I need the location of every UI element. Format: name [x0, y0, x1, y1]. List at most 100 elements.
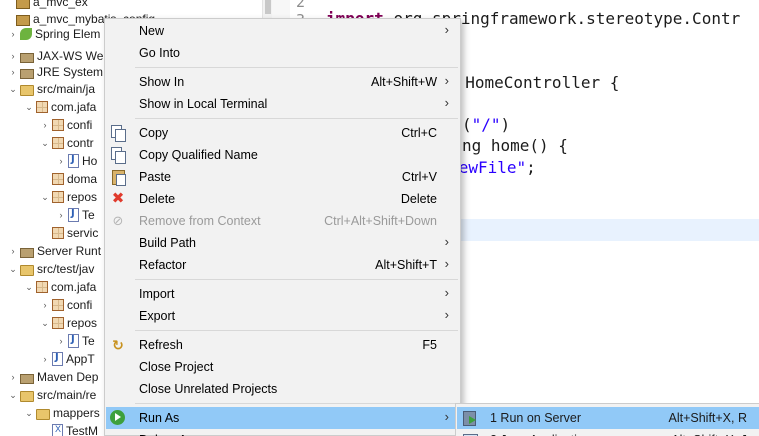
package-icon	[36, 101, 48, 113]
menu-item-close-unrelated-projects[interactable]: Close Unrelated Projects	[106, 378, 459, 400]
string-token: "/"	[471, 115, 501, 134]
run-as-submenu: 1 Run on Server Alt+Shift+X, R 2 Java Appl…	[455, 403, 759, 436]
tree-item-label: com.jafa	[51, 280, 97, 294]
remove-context-icon: ⊘	[112, 213, 124, 228]
package-icon	[52, 173, 64, 185]
code-token: ;	[526, 158, 536, 177]
submenu-arrow-icon: ›	[445, 431, 449, 436]
tree-item-label: Ho	[82, 154, 98, 168]
menu-item-label: New	[139, 24, 165, 38]
package-icon	[52, 191, 64, 203]
collapsed-chevron-icon[interactable]: ›	[56, 336, 66, 346]
expanded-chevron-icon[interactable]: ⌄	[24, 102, 34, 113]
menu-item-label: Close Project	[139, 360, 214, 374]
collapsed-chevron-icon[interactable]: ›	[40, 300, 50, 310]
tree-item[interactable]: › Spring Elem	[8, 23, 101, 45]
refresh-icon: ↻	[112, 337, 124, 353]
expanded-chevron-icon[interactable]: ⌄	[24, 282, 34, 293]
tree-item-label: src/test/jav	[37, 262, 95, 276]
tree-item[interactable]: TestM	[40, 420, 98, 436]
menu-item-shortcut: Ctrl+C	[401, 126, 437, 140]
scrollbar-thumb[interactable]	[265, 0, 271, 14]
delete-icon: ✖	[111, 190, 125, 207]
menu-item-delete[interactable]: ✖ Delete Delete	[106, 188, 459, 210]
menu-item-build-path[interactable]: Build Path ›	[106, 232, 459, 254]
paste-icon	[110, 169, 126, 186]
submenu-item-label: 1 Run on Server	[490, 411, 582, 425]
collapsed-chevron-icon[interactable]: ›	[40, 120, 50, 130]
tree-item-label: servic	[67, 226, 99, 240]
submenu-arrow-icon: ›	[444, 256, 449, 271]
menu-item-copy-qualified-name[interactable]: Copy Qualified Name	[106, 144, 459, 166]
server-run-icon	[462, 410, 478, 426]
menu-item-shortcut: F5	[422, 338, 437, 352]
menu-item-refresh[interactable]: ↻ Refresh F5	[106, 334, 459, 356]
java-file-icon	[52, 352, 63, 366]
menu-separator	[135, 279, 458, 280]
java-file-icon	[68, 154, 79, 168]
tree-item-label: confi	[67, 298, 93, 312]
package-icon	[52, 317, 64, 329]
collapsed-chevron-icon[interactable]: ›	[8, 372, 18, 382]
code-token: (	[461, 115, 472, 134]
collapsed-chevron-icon[interactable]: ›	[8, 67, 18, 77]
menu-item-label: Copy	[139, 126, 169, 140]
menu-separator	[135, 67, 458, 68]
menu-item-shortcut: Delete	[400, 192, 437, 206]
menu-item-new[interactable]: New ›	[106, 20, 459, 42]
collapsed-chevron-icon[interactable]: ›	[56, 156, 66, 166]
expanded-chevron-icon[interactable]: ⌄	[40, 138, 50, 149]
submenu-arrow-icon: ›	[444, 22, 449, 37]
expanded-chevron-icon[interactable]: ⌄	[40, 192, 50, 203]
tree-item-label: src/main/re	[37, 388, 97, 402]
menu-item-remove-from-context: ⊘ Remove from Context Ctrl+Alt+Shift+Down	[106, 210, 459, 232]
expanded-chevron-icon[interactable]: ⌄	[24, 408, 34, 419]
tree-item-label: confi	[67, 118, 93, 132]
menu-item-label: Close Unrelated Projects	[139, 382, 278, 396]
submenu-item-1-run-on-server[interactable]: 1 Run on Server Alt+Shift+X, R	[457, 407, 759, 429]
menu-item-debug-as[interactable]: Debug As›	[106, 429, 459, 436]
copy-qualified-icon	[110, 147, 126, 164]
menu-item-show-in-local-terminal[interactable]: Show in Local Terminal ›	[106, 93, 459, 115]
collapsed-chevron-icon[interactable]: ›	[8, 51, 18, 61]
menu-item-label: Export	[139, 309, 176, 323]
menu-item-show-in[interactable]: Show In Alt+Shift+W ›	[106, 71, 459, 93]
folder-icon	[20, 390, 34, 402]
package-icon	[52, 227, 64, 239]
tree-item-label: Te	[82, 334, 95, 348]
menu-item-refactor[interactable]: Refactor Alt+Shift+T ›	[106, 254, 459, 276]
tree-item-label: JRE System	[37, 65, 104, 79]
expanded-chevron-icon[interactable]: ⌄	[40, 318, 50, 329]
menu-item-shortcut: Ctrl+V	[401, 170, 437, 184]
context-menu: New › Go Into Show In Alt+Shift+W › Show in Lo…	[104, 18, 461, 436]
collapsed-chevron-icon[interactable]: ›	[40, 354, 50, 364]
package-icon	[36, 281, 48, 293]
expanded-chevron-icon[interactable]: ⌄	[8, 390, 18, 401]
menu-item-export[interactable]: Export ›	[106, 305, 459, 327]
menu-item-label: Show in Local Terminal	[139, 97, 268, 111]
collapsed-chevron-icon[interactable]: ›	[8, 246, 18, 256]
collapsed-chevron-icon[interactable]: ›	[8, 29, 18, 39]
collapsed-chevron-icon[interactable]: ›	[56, 210, 66, 220]
menu-item-close-project[interactable]: Close Project	[106, 356, 459, 378]
menu-item-label: Build Path	[139, 236, 196, 250]
package-icon	[52, 119, 64, 131]
folder-icon	[36, 408, 50, 420]
menu-item-label: Run As	[139, 411, 180, 425]
menu-item-label: Paste	[139, 170, 171, 184]
menu-item-label: Copy Qualified Name	[139, 148, 258, 162]
menu-separator	[135, 118, 458, 119]
menu-item-go-into[interactable]: Go Into	[106, 42, 459, 64]
tree-item-label: AppT	[66, 352, 95, 366]
menu-item-paste[interactable]: Paste Ctrl+V	[106, 166, 459, 188]
library-icon	[20, 247, 34, 258]
submenu-item-2-java-application[interactable]: 2 Java ApplicationAlt+Shift+X, J	[457, 429, 759, 436]
menu-item-import[interactable]: Import ›	[106, 283, 459, 305]
menu-item-copy[interactable]: Copy Ctrl+C	[106, 122, 459, 144]
menu-item-label: Refresh	[139, 338, 183, 352]
code-token: HomeController {	[465, 73, 620, 92]
expanded-chevron-icon[interactable]: ⌄	[8, 84, 18, 95]
java-app-icon	[462, 432, 478, 436]
expanded-chevron-icon[interactable]: ⌄	[8, 264, 18, 275]
menu-item-run-as[interactable]: Run As ›	[106, 407, 459, 429]
